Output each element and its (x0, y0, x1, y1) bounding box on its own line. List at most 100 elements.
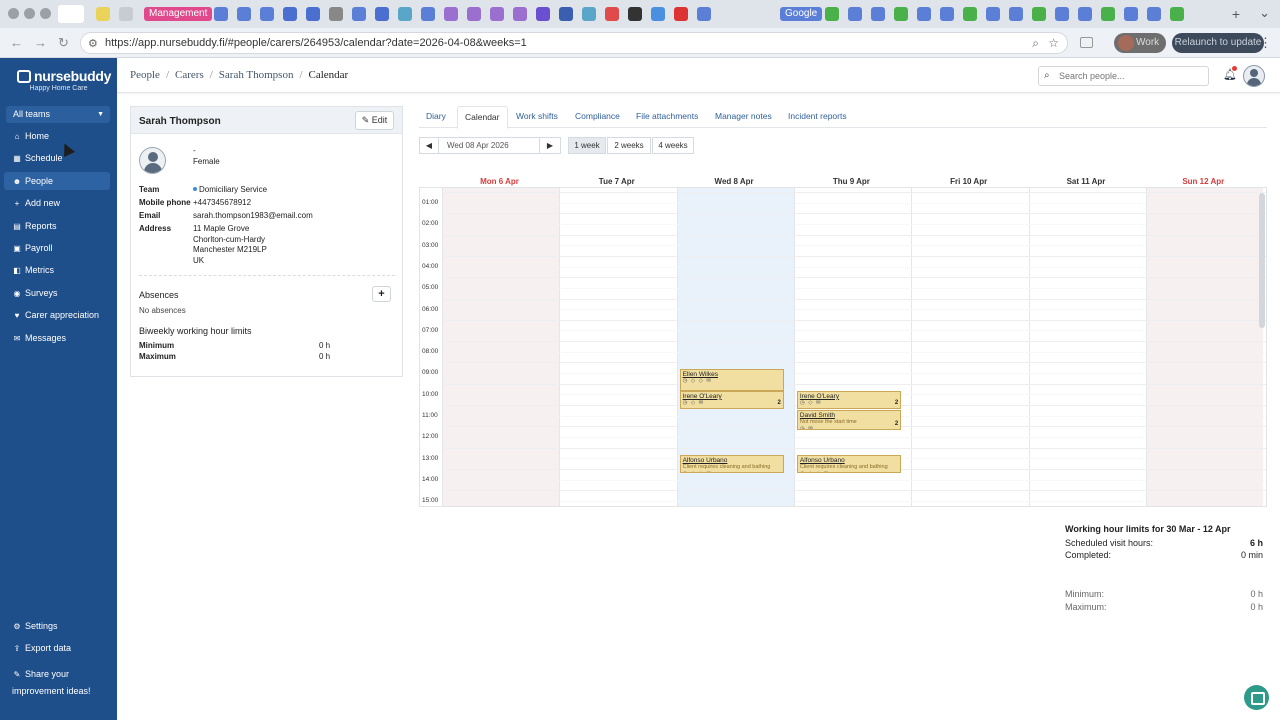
tab-compliance[interactable]: Compliance (568, 106, 627, 128)
close-window-icon[interactable] (8, 8, 19, 19)
browser-tab[interactable] (1170, 7, 1184, 21)
browser-tab[interactable] (260, 7, 274, 21)
browser-tab[interactable] (96, 7, 110, 21)
maximize-window-icon[interactable] (40, 8, 51, 19)
range-4-weeks[interactable]: 4 weeks (652, 137, 694, 154)
next-week-button[interactable]: ▶ (539, 137, 561, 154)
sidebar-item-add-new[interactable]: + Add new (4, 194, 110, 212)
browser-tab[interactable] (1032, 7, 1046, 21)
reload-icon[interactable]: ↻ (58, 35, 69, 51)
minimize-window-icon[interactable] (24, 8, 35, 19)
chat-support-button[interactable] (1244, 685, 1269, 710)
breadcrumb-link[interactable]: People (130, 69, 160, 81)
browser-tab[interactable] (1101, 7, 1115, 21)
browser-tab[interactable] (329, 7, 343, 21)
browser-tab[interactable] (651, 7, 665, 21)
browser-tab[interactable] (421, 7, 435, 21)
edit-button[interactable]: ✎ Edit (355, 111, 394, 130)
tab-manager-notes[interactable]: Manager notes (708, 106, 779, 128)
browser-tab[interactable] (536, 7, 550, 21)
add-absence-button[interactable]: + (372, 286, 391, 302)
url-text[interactable]: https://app.nursebuddy.fi/#people/carers… (105, 37, 527, 49)
tab-menu-icon[interactable]: ⌄ (1259, 5, 1270, 21)
browser-tab[interactable] (605, 7, 619, 21)
user-avatar[interactable] (1243, 65, 1265, 87)
people-search[interactable]: ⌕ (1038, 66, 1209, 86)
sidebar-item-home[interactable]: ⌂ Home (4, 127, 110, 145)
extensions-icon[interactable] (1080, 37, 1093, 48)
visit-card[interactable]: Ellen Wilkes ◷ ◇ ◇ ✉ (679, 369, 784, 391)
search-input[interactable] (1059, 69, 1204, 83)
share-ideas-link[interactable]: ✎ Share your improvement ideas! (12, 666, 107, 699)
back-icon[interactable]: ← (10, 35, 23, 50)
sidebar-item-surveys[interactable]: ◉ Surveys (4, 284, 110, 302)
browser-tab[interactable] (283, 7, 297, 21)
browser-tab-google[interactable]: Google (780, 7, 823, 21)
forward-icon[interactable]: → (34, 35, 47, 50)
browser-tab[interactable] (444, 7, 458, 21)
team-select[interactable]: All teams ▼ (6, 106, 110, 123)
browser-tab[interactable] (237, 7, 251, 21)
sidebar-item-export[interactable]: ⇪ Export data (4, 639, 110, 657)
zoom-icon[interactable]: ⌕ (1032, 36, 1039, 51)
tab-work-shifts[interactable]: Work shifts (509, 106, 565, 128)
tab-diary[interactable]: Diary (419, 106, 453, 128)
browser-tab[interactable] (1147, 7, 1161, 21)
calendar-scrollbar[interactable] (1259, 193, 1265, 328)
browser-tab[interactable] (398, 7, 412, 21)
browser-tab[interactable] (375, 7, 389, 21)
browser-menu-icon[interactable]: ⋮ (1259, 35, 1272, 51)
browser-tab[interactable] (306, 7, 320, 21)
tab-calendar[interactable]: Calendar (457, 106, 508, 129)
visit-card[interactable]: Alfonso Urbano Client requires cleaning a… (679, 454, 784, 473)
browser-tab[interactable] (1009, 7, 1023, 21)
breadcrumb-link[interactable]: Sarah Thompson (219, 69, 294, 81)
new-tab-icon[interactable]: + (1232, 6, 1240, 22)
browser-tab[interactable] (490, 7, 504, 21)
browser-tab[interactable] (894, 7, 908, 21)
tab-incident-reports[interactable]: Incident reports (781, 106, 854, 128)
sidebar-item-messages[interactable]: ✉ Messages (4, 329, 110, 347)
url-field[interactable]: ⚙ https://app.nursebuddy.fi/#people/care… (80, 32, 1068, 54)
browser-tab[interactable] (1078, 7, 1092, 21)
browser-tab[interactable] (467, 7, 481, 21)
logo[interactable]: nursebuddy (17, 68, 111, 84)
visit-card[interactable]: Irene O'Leary ◷ ◇ ✉ 2 (796, 390, 902, 409)
browser-tab[interactable] (825, 7, 839, 21)
visit-card[interactable]: Irene O'Leary ◷ ◇ ✉ 2 (679, 390, 784, 409)
active-tab[interactable] (58, 5, 84, 23)
browser-tab[interactable] (513, 7, 527, 21)
browser-tab[interactable] (940, 7, 954, 21)
browser-tab[interactable] (214, 7, 228, 21)
sidebar-item-carer-appreciation[interactable]: ♥ Carer appreciation (4, 306, 110, 324)
sidebar-item-metrics[interactable]: ◧ Metrics (4, 261, 110, 279)
tab-file-attachments[interactable]: File attachments (629, 106, 705, 128)
visit-card[interactable]: David Smith Not move the start time ◷ ✉ 2 (796, 409, 902, 431)
browser-tab[interactable] (582, 7, 596, 21)
visit-card[interactable]: Alfonso Urbano Client requires cleaning a… (796, 454, 902, 473)
sidebar-item-reports[interactable]: ▤ Reports (4, 217, 110, 235)
sidebar-item-people[interactable]: ☻ People (4, 171, 110, 190)
date-picker[interactable]: Wed 08 Apr 2026 (438, 137, 540, 154)
sidebar-item-settings[interactable]: ⚙ Settings (4, 617, 110, 635)
browser-tab[interactable] (1055, 7, 1069, 21)
browser-tab[interactable] (848, 7, 862, 21)
site-info-icon[interactable]: ⚙ (88, 37, 98, 50)
browser-tab[interactable] (628, 7, 642, 21)
browser-tab[interactable] (559, 7, 573, 21)
browser-tab[interactable] (917, 7, 931, 21)
browser-tab[interactable] (986, 7, 1000, 21)
browser-tab[interactable] (963, 7, 977, 21)
browser-tab[interactable] (352, 7, 366, 21)
browser-tab[interactable] (697, 7, 711, 21)
browser-tab[interactable] (674, 7, 688, 21)
sidebar-item-schedule[interactable]: ▦ Schedule (4, 149, 110, 167)
browser-tab-management[interactable]: Management (144, 7, 213, 21)
range-2-weeks[interactable]: 2 weeks (607, 137, 651, 154)
range-1-week[interactable]: 1 week (568, 137, 606, 154)
browser-tab[interactable] (871, 7, 885, 21)
relaunch-button[interactable]: Relaunch to update (1172, 33, 1264, 53)
browser-tab[interactable] (1124, 7, 1138, 21)
sidebar-item-payroll[interactable]: ▣ Payroll (4, 239, 110, 257)
breadcrumb-link[interactable]: Carers (175, 69, 204, 81)
